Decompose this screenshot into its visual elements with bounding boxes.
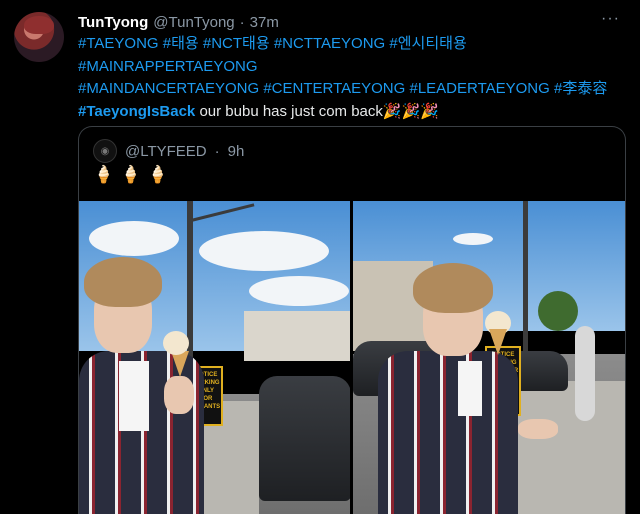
quote-handle[interactable]: @LTYFEED (125, 143, 207, 160)
hashtag-link[interactable]: #엔시티태용 (389, 35, 466, 52)
ice-cream-cone (489, 329, 507, 355)
author-avatar[interactable] (14, 12, 64, 62)
avatar-hair (24, 16, 54, 34)
hashtag-link[interactable]: #TAEYONG (78, 35, 159, 52)
quote-separator: · (214, 142, 220, 160)
tweet-text: #TAEYONG #태용 #NCT태용 #NCTTAEYONG #엔시티태용 #M… (78, 33, 623, 123)
person-hand (164, 376, 194, 414)
quote-avatar[interactable]: ◉ (93, 139, 117, 163)
tweet-time[interactable]: 37m (250, 14, 279, 31)
quote-avatar-glyph: ◉ (100, 145, 110, 157)
cloud (199, 231, 329, 271)
author-display-name[interactable]: TunTyong (78, 14, 148, 31)
author-handle[interactable]: @TunTyong (153, 14, 234, 31)
building (244, 311, 350, 361)
hashtag-link[interactable]: #LEADERTAEYONG (409, 80, 549, 97)
photo-right[interactable]: NOTICEPARKINGONLY FORTENANTS& VISITORS (353, 201, 625, 514)
bystander (575, 326, 595, 421)
person-tee (119, 361, 149, 431)
hashtag-link[interactable]: #MAINRAPPERTAEYONG (78, 58, 258, 75)
more-options-icon[interactable]: ··· (601, 10, 620, 28)
hashtag-link[interactable]: #TaeyongIsBack (78, 103, 195, 120)
header-separator: · (239, 13, 245, 31)
tweet-text-segment: 🎉🎉🎉 (382, 102, 439, 120)
hashtag-link[interactable]: #태용 (163, 35, 199, 52)
person-hand (518, 419, 558, 439)
ice-cream-scoop (163, 331, 189, 355)
person-shirt (378, 351, 518, 514)
tweet-header: TunTyong @TunTyong · 37m (78, 12, 279, 32)
cloud (453, 233, 493, 245)
person-tee (458, 361, 482, 416)
quote-photos: NOTICEPARKINGONLY FORTENANTS NOTICEPARKI… (79, 201, 625, 514)
person-hair (413, 263, 493, 313)
photo-left[interactable]: NOTICE PARKING ONLY FOR TENANTS (79, 201, 350, 514)
person-hair (84, 257, 162, 307)
cloud (249, 276, 349, 306)
tweet-text-segment: our bubu has just com back (195, 102, 383, 120)
hashtag-link[interactable]: #MAINDANCERTAEYONG (78, 80, 259, 97)
quote-time[interactable]: 9h (228, 143, 245, 160)
cloud (89, 221, 179, 256)
quoted-tweet[interactable]: ◉ @LTYFEED · 9h 🍦🍦🍦 NOTICE PARKING ONLY FO… (78, 126, 626, 514)
hashtag-link[interactable]: #李泰容 (554, 80, 607, 97)
hashtag-link[interactable]: #NCT태용 (203, 35, 270, 52)
tree (538, 291, 578, 331)
car (259, 376, 350, 501)
hashtag-link[interactable]: #NCTTAEYONG (274, 35, 385, 52)
hashtag-link[interactable]: #CENTERTAEYONG (263, 80, 405, 97)
utility-pole (523, 201, 528, 361)
quote-header: ◉ @LTYFEED · 9h (93, 139, 244, 163)
quote-emoji: 🍦🍦🍦 (93, 165, 175, 184)
